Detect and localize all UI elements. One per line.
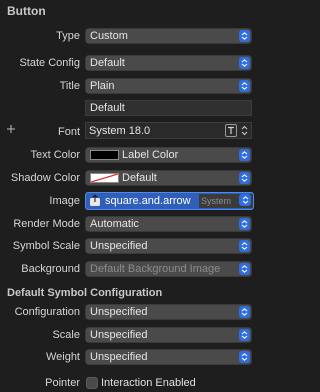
scale-popup[interactable]: Unspecified	[85, 327, 252, 343]
popup-arrows-icon	[239, 240, 250, 252]
font-picker-icon[interactable]	[225, 124, 237, 137]
popup-arrows-icon[interactable]	[239, 194, 251, 206]
weight-label: Weight	[45, 351, 80, 363]
popup-arrows-icon	[239, 306, 250, 318]
title-label: Title	[59, 80, 80, 92]
add-variation-icon[interactable]	[6, 122, 16, 136]
background-placeholder: Default Background Image	[90, 263, 221, 275]
weight-value: Unspecified	[90, 351, 148, 363]
configuration-popup[interactable]: Unspecified	[85, 304, 252, 320]
configuration-value: Unspecified	[90, 306, 148, 318]
section-title-symbol-configuration: Default Symbol Configuration	[7, 287, 163, 299]
state-config-label: State Config	[19, 57, 80, 69]
shadow-color-value: Default	[122, 172, 157, 184]
interaction-enabled-checkbox[interactable]	[86, 377, 98, 389]
state-config-popup[interactable]: Default	[85, 55, 252, 71]
text-color-label: Text Color	[30, 149, 80, 161]
scale-value: Unspecified	[90, 329, 148, 341]
scale-label: Scale	[52, 329, 80, 341]
image-label: Image	[49, 195, 80, 207]
title-text-field[interactable]: Default	[85, 100, 252, 116]
render-mode-label: Render Mode	[13, 218, 80, 230]
symbol-scale-label: Symbol Scale	[12, 240, 80, 252]
popup-arrows-icon	[239, 329, 250, 341]
type-value: Custom	[90, 30, 128, 42]
popup-arrows-icon	[239, 30, 250, 42]
weight-popup[interactable]: Unspecified	[85, 349, 252, 365]
text-color-popup[interactable]: Label Color	[85, 147, 252, 163]
render-mode-popup[interactable]: Automatic	[85, 216, 252, 232]
symbol-scale-popup[interactable]: Unspecified	[85, 238, 252, 254]
font-stepper-icon[interactable]	[240, 124, 249, 137]
render-mode-value: Automatic	[90, 218, 139, 230]
image-field[interactable]: square.and.arrow System	[85, 192, 254, 210]
popup-arrows-icon	[239, 149, 250, 161]
popup-arrows-icon	[239, 80, 250, 92]
font-field[interactable]: System 18.0	[85, 122, 252, 139]
font-label: Font	[57, 126, 80, 138]
popup-arrows-icon	[239, 218, 250, 230]
image-value: square.and.arrow	[105, 195, 191, 207]
popup-arrows-icon	[239, 172, 250, 184]
section-title-button: Button	[7, 4, 46, 18]
shadow-color-swatch	[90, 173, 119, 183]
state-config-value: Default	[90, 57, 125, 69]
popup-arrows-icon	[239, 263, 250, 275]
text-color-value: Label Color	[122, 149, 179, 161]
popup-arrows-icon	[239, 57, 250, 69]
interaction-enabled-label: Interaction Enabled	[101, 377, 196, 389]
background-popup[interactable]: Default Background Image	[85, 261, 252, 277]
shadow-color-popup[interactable]: Default	[85, 170, 252, 186]
popup-arrows-icon	[239, 351, 250, 363]
type-popup[interactable]: Custom	[85, 28, 252, 44]
pointer-label: Pointer	[45, 377, 80, 389]
type-label: Type	[56, 30, 80, 42]
image-badge-text: System	[200, 196, 231, 206]
shadow-color-label: Shadow Color	[10, 172, 80, 184]
title-popup[interactable]: Plain	[85, 78, 252, 94]
title-value: Plain	[90, 80, 115, 92]
background-label: Background	[21, 263, 80, 275]
square-and-arrow-icon	[89, 194, 101, 207]
text-color-swatch	[90, 150, 119, 160]
symbol-scale-value: Unspecified	[90, 240, 148, 252]
title-text-value: Default	[90, 102, 125, 114]
configuration-label: Configuration	[14, 306, 80, 318]
font-value: System 18.0	[89, 125, 151, 137]
